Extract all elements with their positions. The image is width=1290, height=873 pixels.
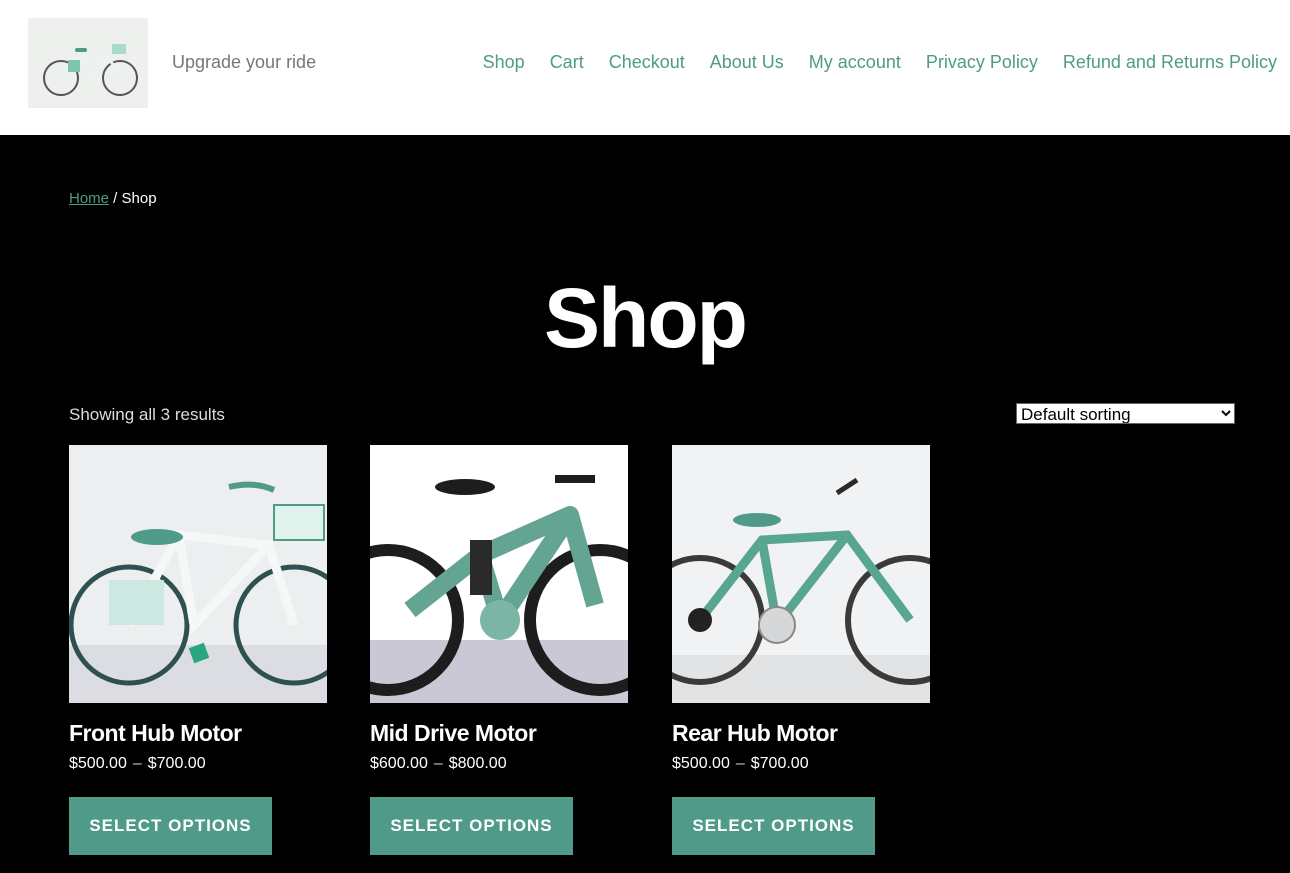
price-max: $800.00 [448,755,507,772]
price-min: $600.00 [370,755,428,772]
product-name[interactable]: Front Hub Motor [69,720,327,747]
sort-select[interactable]: Default sorting [1016,403,1235,424]
site-tagline: Upgrade your ride [172,52,317,72]
nav-shop[interactable]: Shop [483,52,525,73]
nav-cart[interactable]: Cart [550,52,584,73]
mountain-bike-icon[interactable] [370,445,628,703]
product-price: $500.00– $700.00 [69,755,327,773]
product-card: Mid Drive Motor $600.00– $800.00 Select o… [370,445,628,855]
product-price: $500.00– $700.00 [672,755,930,773]
select-options-button[interactable]: Select options [672,797,875,855]
breadcrumb-separator: / [109,190,122,207]
breadcrumb: Home / Shop [69,190,157,207]
nav-about-us[interactable]: About Us [710,52,784,73]
product-card: Rear Hub Motor $500.00– $700.00 Select op… [672,445,930,855]
site-logo[interactable] [28,18,148,108]
price-min: $500.00 [69,755,127,772]
result-count: Showing all 3 results [69,405,225,424]
price-separator: – [735,755,745,772]
site-header: Upgrade your ride Shop Cart Checkout Abo… [0,0,1290,135]
primary-nav: Shop Cart Checkout About Us My account P… [483,52,1277,73]
price-separator: – [433,755,443,772]
breadcrumb-current: Shop [121,190,157,207]
nav-my-account[interactable]: My account [809,52,901,73]
select-options-button[interactable]: Select options [69,797,272,855]
page-title: Shop [544,271,748,365]
product-name[interactable]: Rear Hub Motor [672,720,930,747]
product-card: Front Hub Motor $500.00– $700.00 Select o… [69,445,327,855]
price-separator: – [132,755,142,772]
product-name[interactable]: Mid Drive Motor [370,720,628,747]
nav-refund-policy[interactable]: Refund and Returns Policy [1063,52,1277,73]
price-min: $500.00 [672,755,730,772]
white-city-bike-icon[interactable] [69,445,327,703]
price-max: $700.00 [147,755,206,772]
select-options-button[interactable]: Select options [370,797,573,855]
price-max: $700.00 [750,755,809,772]
product-price: $600.00– $800.00 [370,755,628,773]
nav-privacy-policy[interactable]: Privacy Policy [926,52,1038,73]
nav-checkout[interactable]: Checkout [609,52,685,73]
breadcrumb-home-link[interactable]: Home [69,190,109,207]
green-bike-icon[interactable] [672,445,930,703]
